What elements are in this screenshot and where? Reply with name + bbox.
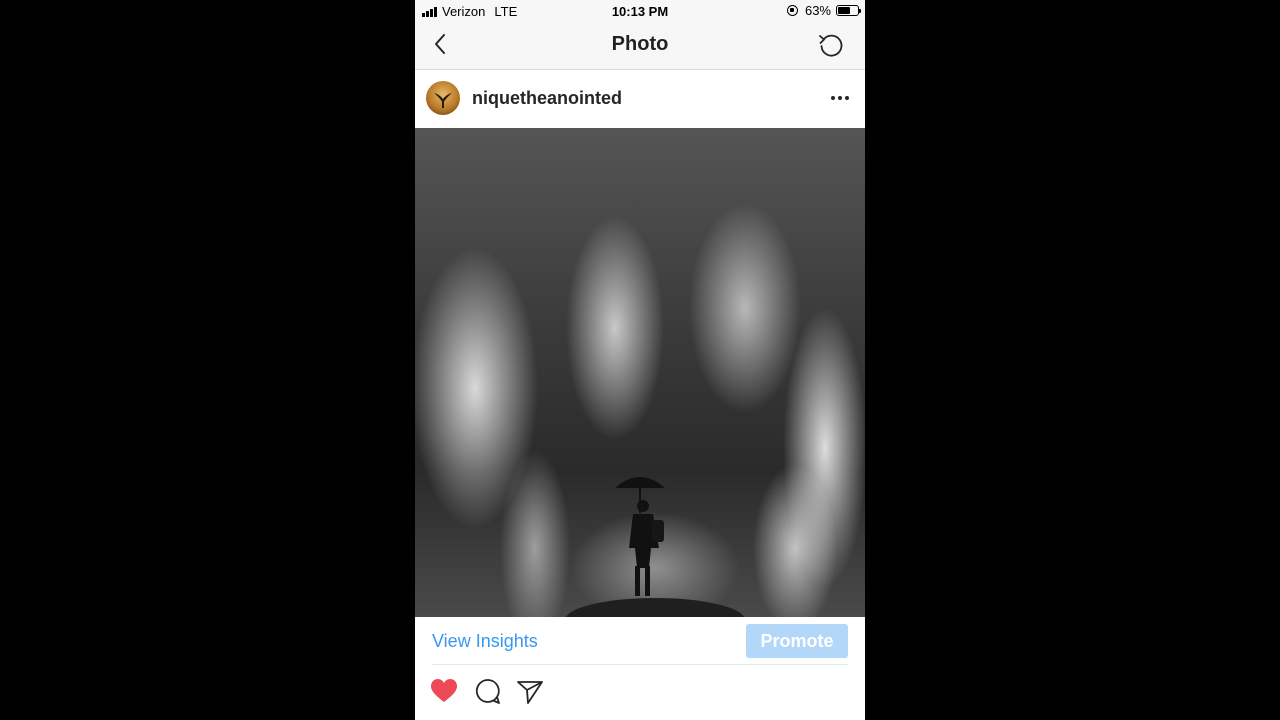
battery-percent: 63%	[804, 3, 831, 18]
phone-screen: Verizon LTE 10:13 PM 63% Photo niquethea…	[415, 0, 865, 720]
post-header: niquetheanointed	[415, 70, 865, 128]
view-insights-link[interactable]: View Insights	[432, 631, 538, 652]
status-bar: Verizon LTE 10:13 PM 63%	[415, 0, 865, 22]
promote-button[interactable]: Promote	[746, 624, 848, 658]
refresh-icon[interactable]	[817, 31, 845, 59]
post-username[interactable]: niquetheanointed	[472, 88, 622, 109]
insights-bar: View Insights Promote	[415, 617, 865, 664]
avatar-logo-icon	[434, 93, 452, 108]
post-photo[interactable]	[415, 128, 865, 642]
comment-icon[interactable]	[473, 676, 503, 706]
page-title: Photo	[611, 33, 669, 55]
post-actions	[415, 665, 865, 720]
send-icon[interactable]	[515, 676, 545, 706]
avatar[interactable]	[426, 81, 460, 115]
rotation-lock-icon	[786, 5, 798, 16]
nav-bar: Photo	[415, 22, 865, 70]
heart-filled-icon[interactable]	[429, 676, 459, 706]
photo-figure	[565, 477, 745, 642]
more-options-icon[interactable]	[829, 88, 851, 108]
battery-icon	[836, 5, 861, 16]
battery-level	[838, 7, 850, 14]
status-right: 63%	[786, 3, 861, 18]
